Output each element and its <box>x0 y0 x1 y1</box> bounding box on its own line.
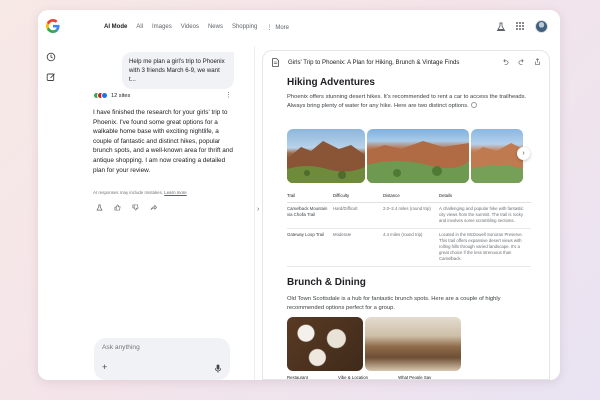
tab-videos[interactable]: Videos <box>181 24 199 31</box>
hiking-intro: Phoenix offers stunning desert hikes. It… <box>287 94 527 109</box>
panel-title: Girls' Trip to Phoenix: A Plan for Hikin… <box>288 59 460 66</box>
thumbs-down-icon[interactable] <box>132 204 139 211</box>
share-icon[interactable] <box>150 204 157 211</box>
left-rail <box>46 52 56 82</box>
canyon-photo-icon <box>367 141 469 183</box>
table-cell: Hard/Difficult <box>333 202 383 229</box>
ask-input[interactable] <box>102 344 212 351</box>
column-header: Vibe & Location <box>338 375 369 380</box>
desert-photo-icon <box>471 143 523 183</box>
table-cell: A challenging and popular hike with fant… <box>439 202 531 229</box>
undo-icon[interactable] <box>502 58 509 65</box>
ai-answer-text: I have finished the research for your gi… <box>93 109 233 174</box>
browser-window: AI Mode All Images Videos News Shopping … <box>38 10 560 380</box>
tab-all[interactable]: All <box>136 24 143 31</box>
learn-more-link[interactable]: Learn more <box>164 190 186 195</box>
panel-header: Girls' Trip to Phoenix: A Plan for Hikin… <box>263 51 549 73</box>
disclaimer-text: AI responses may include mistakes. <box>93 190 164 195</box>
more-label: More <box>275 25 289 31</box>
avatar[interactable] <box>535 20 548 33</box>
more-options-icon[interactable]: ⋮ <box>225 92 232 99</box>
column-header: Distance <box>383 191 439 203</box>
microphone-icon[interactable] <box>214 364 222 373</box>
sites-count: 12 sites <box>111 92 131 99</box>
response-actions <box>96 204 157 211</box>
brunch-table-header: Restaurant Vibe & Location What People S… <box>287 375 432 380</box>
ask-box: + <box>94 338 230 380</box>
trail-photo[interactable] <box>471 129 523 183</box>
panel-content: Hiking Adventures Phoenix offers stunnin… <box>263 73 549 380</box>
share-export-icon[interactable] <box>534 58 541 65</box>
favicon-icon <box>101 92 108 99</box>
source-favicons <box>93 92 108 99</box>
column-header: Details <box>439 191 531 203</box>
collapse-chevron-icon[interactable]: › <box>257 206 259 213</box>
trails-table: Trail Difficulty Distance Details Camelb… <box>287 191 531 267</box>
table-row: Camelback Mountain via Cholla Trail Hard… <box>287 202 531 229</box>
brunch-food-photo[interactable] <box>287 317 363 371</box>
disclaimer: AI responses may include mistakes. Learn… <box>93 190 187 195</box>
table-cell: Camelback Mountain via Cholla Trail <box>287 202 333 229</box>
tab-ai-mode[interactable]: AI Mode <box>104 24 127 31</box>
table-header-row: Trail Difficulty Distance Details <box>287 191 531 203</box>
flask-icon[interactable] <box>496 22 506 32</box>
column-header: Restaurant <box>287 375 309 380</box>
top-right-icons <box>496 20 548 33</box>
document-icon <box>272 58 279 67</box>
history-icon[interactable] <box>46 52 56 62</box>
flask-icon[interactable] <box>96 204 103 211</box>
table-row: Gateway Loop Trail Moderate 4.4 miles (r… <box>287 228 531 267</box>
next-image-chevron-icon[interactable]: › <box>517 147 530 160</box>
citation-icon[interactable] <box>470 102 477 108</box>
column-header: What People Say <box>398 375 432 380</box>
apps-grid-icon[interactable] <box>516 22 525 31</box>
table-cell: Located in the McDowell Sonoran Preserve… <box>439 228 531 267</box>
hiking-heading: Hiking Adventures <box>287 77 375 88</box>
google-logo-icon[interactable] <box>46 19 60 33</box>
new-chat-icon[interactable] <box>46 72 56 82</box>
trail-photo[interactable] <box>367 129 469 183</box>
tab-images[interactable]: Images <box>152 24 172 31</box>
plan-panel: Girls' Trip to Phoenix: A Plan for Hikin… <box>262 50 550 380</box>
table-cell: Moderate <box>333 228 383 267</box>
table-cell: 4.4 miles (round trip) <box>383 228 439 267</box>
tab-shopping[interactable]: Shopping <box>232 24 257 31</box>
user-message-bubble: Help me plan a girl's trip to Phoenix wi… <box>122 52 234 89</box>
column-divider <box>254 46 255 380</box>
tab-more[interactable]: ⋮ More <box>266 24 289 31</box>
brunch-heading: Brunch & Dining <box>287 277 366 288</box>
column-header: Trail <box>287 191 333 203</box>
mountain-photo-icon <box>287 141 365 183</box>
thumbs-up-icon[interactable] <box>114 204 121 211</box>
table-cell: 2.0–2.4 miles (round trip) <box>383 202 439 229</box>
plus-icon[interactable]: + <box>102 362 107 372</box>
top-bar: AI Mode All Images Videos News Shopping … <box>38 10 560 46</box>
table-cell: Gateway Loop Trail <box>287 228 333 267</box>
column-header: Difficulty <box>333 191 383 203</box>
brunch-intro: Old Town Scottsdale is a hub for fantast… <box>287 296 501 311</box>
redo-icon[interactable] <box>518 58 525 65</box>
trail-photo[interactable] <box>287 129 365 183</box>
panel-actions <box>502 58 541 65</box>
sources-chip[interactable]: 12 sites <box>93 92 130 99</box>
tab-news[interactable]: News <box>208 24 223 31</box>
more-vertical-icon: ⋮ <box>266 25 273 31</box>
search-tabs: AI Mode All Images Videos News Shopping … <box>104 24 298 31</box>
restaurant-interior-photo[interactable] <box>365 317 461 371</box>
